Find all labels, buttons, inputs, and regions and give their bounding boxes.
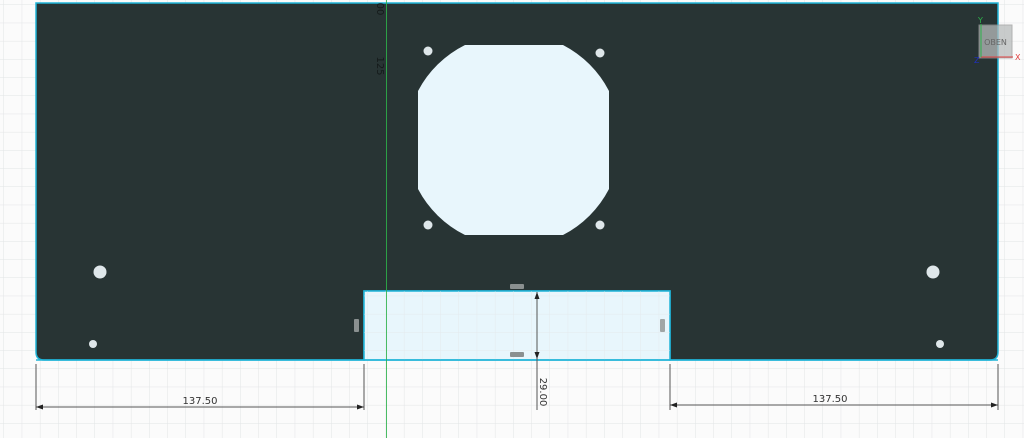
hole[interactable] (595, 48, 605, 58)
dimension-right-width[interactable]: 137.50 (813, 394, 848, 405)
hole[interactable] (926, 265, 940, 279)
hole[interactable] (595, 220, 605, 230)
cad-canvas[interactable]: 137.50 137.50 29.00 00 125 OBEN X Y Z (0, 0, 1024, 438)
hole[interactable] (93, 265, 107, 279)
viewcube-label: OBEN (984, 38, 1007, 47)
dimension-vertical-mid[interactable]: 125 (374, 56, 385, 75)
axis-y-label: Y (977, 16, 983, 25)
vertical-constraint-icon[interactable] (660, 319, 665, 332)
dimension-vertical-top[interactable]: 00 (374, 3, 385, 16)
hole[interactable] (936, 340, 944, 348)
dimension-left-width[interactable]: 137.50 (183, 396, 218, 407)
vertical-constraint-icon[interactable] (354, 319, 359, 332)
hole[interactable] (89, 340, 97, 348)
horizontal-constraint-icon[interactable] (510, 284, 524, 289)
hole[interactable] (423, 46, 433, 56)
sketch-view[interactable]: 137.50 137.50 29.00 00 125 OBEN X Y Z (0, 0, 1024, 438)
dimension-cutout-height[interactable]: 29.00 (537, 378, 548, 407)
hole[interactable] (423, 220, 433, 230)
axis-x-label: X (1015, 53, 1021, 62)
axis-z-label: Z (974, 56, 980, 65)
fan-cutout[interactable] (418, 45, 609, 235)
cutout-grid (364, 291, 670, 360)
horizontal-constraint-icon[interactable] (510, 352, 524, 357)
